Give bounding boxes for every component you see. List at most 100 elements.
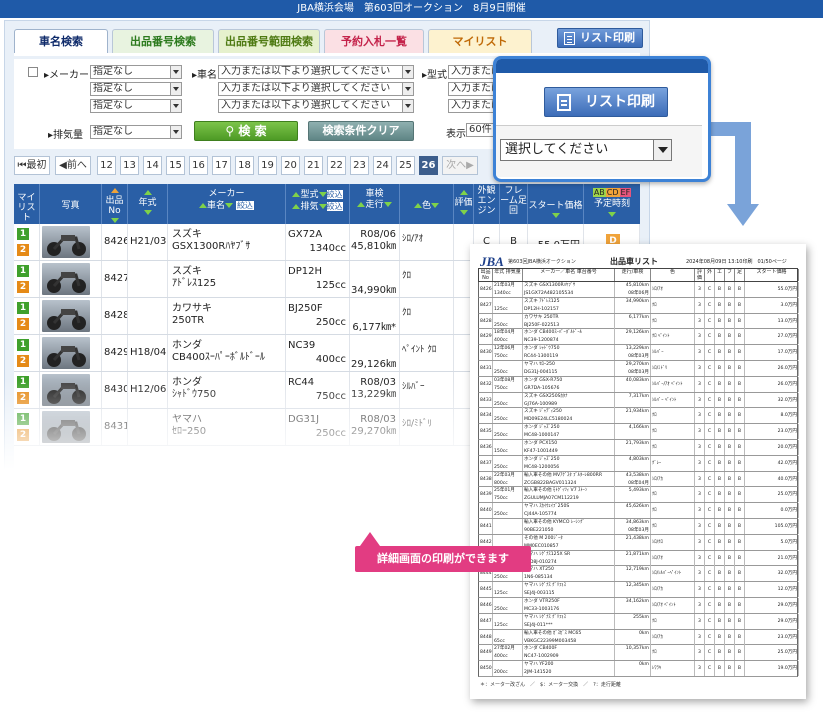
mylist-2-badge[interactable]: 2 — [17, 392, 29, 404]
mylist-2-badge[interactable]: 2 — [17, 429, 29, 441]
page-21[interactable]: 21 — [304, 156, 323, 175]
col-maker-name[interactable]: メーカー 車名 絞込 — [168, 184, 286, 224]
col-model[interactable]: 型式 絞込 排気 絞込 — [286, 184, 350, 224]
page-16[interactable]: 16 — [189, 156, 208, 175]
page-15[interactable]: 15 — [166, 156, 185, 175]
mylist-1-badge[interactable]: 1 — [17, 376, 29, 388]
zoom-select[interactable]: 選択してください — [500, 139, 672, 161]
mylist-2-badge[interactable]: 2 — [17, 281, 29, 293]
table-header: マイリスト 写真 出品No 年式 メーカー 車名 絞込 型式 絞込 排気 絞込 車検走… — [14, 184, 640, 224]
col-lot-no[interactable]: 出品No — [102, 184, 128, 224]
printout-color-cell: ｸﾛ — [651, 408, 695, 424]
printout-row: 8436 150cc ホンダ PCX150 KF47-1001449 21,793km ｸ… — [478, 440, 799, 456]
tab-lot-range[interactable]: 出品番号範囲検索 — [218, 29, 320, 53]
printout-mileage-cell: 29,126km — [615, 329, 651, 345]
printout-year-cell: 65cc — [493, 629, 523, 645]
printout-grade-cell: 3 — [695, 297, 705, 313]
maker-select-3[interactable]: 指定なし — [90, 99, 182, 113]
tab-mylist[interactable]: マイリスト — [428, 29, 532, 53]
page-first-button[interactable]: ⏮最初 — [14, 156, 50, 175]
maker-select-1[interactable]: 指定なし — [90, 65, 182, 79]
printout-lot-cell: 8449 — [479, 645, 493, 661]
mylist-2-badge[interactable]: 2 — [17, 318, 29, 330]
mylist-1-badge[interactable]: 1 — [17, 302, 29, 314]
page-14[interactable]: 14 — [143, 156, 162, 175]
motorcycle-photo[interactable] — [42, 374, 90, 406]
printout-grade-cell: B — [725, 345, 735, 361]
car-select-3[interactable]: 入力または以下より選択してください — [218, 99, 414, 113]
page-17[interactable]: 17 — [212, 156, 231, 175]
page-13[interactable]: 13 — [120, 156, 139, 175]
chevron-down-icon — [402, 83, 413, 95]
page-12[interactable]: 12 — [97, 156, 116, 175]
car-name-text[interactable]: ｱﾄﾞﾚｽ125 — [172, 278, 216, 289]
printout-lot-cell: 8429 — [479, 329, 493, 345]
printout-mileage-cell: 0km — [615, 661, 651, 677]
tab-lot-number[interactable]: 出品番号検索 — [112, 29, 214, 53]
clear-conditions-button[interactable]: 検索条件クリア — [308, 121, 414, 141]
car-name-text[interactable]: GSX1300Rﾊﾔﾌﾞｻ — [172, 241, 250, 252]
col-schedule[interactable]: AB CD EF 予定時刻 — [584, 184, 640, 224]
printout-name-cell: カワサキ 250TR BJ250F-022513 — [523, 313, 615, 329]
tab-carname[interactable]: 車名検索 — [14, 29, 108, 53]
mylist-2-badge[interactable]: 2 — [17, 355, 29, 367]
lot-number-cell: 8429 — [102, 335, 128, 371]
page-24[interactable]: 24 — [373, 156, 392, 175]
col-mylist: マイリスト — [14, 184, 40, 224]
car-name-text[interactable]: CB400ｽｰﾊﾟｰﾎﾞﾙﾄﾞｰﾙ — [172, 352, 265, 363]
page-23[interactable]: 23 — [350, 156, 369, 175]
printout-grade-cell: B — [735, 661, 745, 677]
search-icon: ⚲ — [225, 124, 239, 138]
col-mileage[interactable]: 車検 走行 — [350, 184, 400, 224]
model-cell: NC39 400cc — [286, 335, 350, 371]
printout-grade-cell: B — [715, 455, 725, 471]
page-next-button[interactable]: 次へ▶ — [442, 156, 478, 175]
page-20[interactable]: 20 — [281, 156, 300, 175]
printout-grade-cell: C — [705, 550, 715, 566]
motorcycle-photo[interactable] — [42, 263, 90, 295]
printout-name-cell: スズキ GSX250Sｶﾀﾅ GJ76A-100989 — [523, 392, 615, 408]
printout-mileage-cell: 34,162km — [615, 598, 651, 613]
car-name-text[interactable]: ｾﾛｰ250 — [172, 426, 206, 437]
tab-reserved-bids[interactable]: 予約入札一覧 — [324, 29, 424, 53]
search-button[interactable]: ⚲ 検 索 — [194, 121, 298, 141]
page-26-current[interactable]: 26 — [419, 156, 438, 175]
page-22[interactable]: 22 — [327, 156, 346, 175]
printout-grade-cell: 3 — [695, 329, 705, 345]
car-name-text[interactable]: 250TR — [172, 315, 204, 326]
page-19[interactable]: 19 — [258, 156, 277, 175]
maker-checkbox[interactable] — [28, 67, 38, 77]
col-rating[interactable]: 評価 — [454, 184, 474, 224]
printout-grade-cell: B — [725, 598, 735, 613]
printout-price-cell: 19.0万円 — [745, 661, 799, 677]
printout-name-cell: ヤマハ ｼｸﾞﾅｽ ｸﾞﾘﾌｫｽ SEJ4J-003115 — [523, 582, 615, 598]
printout-row: 8441 輸入車その他 KYMCO ﾚｰｼﾝｸﾞ 90BE221050 34,863k… — [478, 519, 799, 535]
displacement-select[interactable]: 指定なし — [90, 125, 182, 139]
printout-lot-cell: 8435 — [479, 424, 493, 440]
mylist-1-badge[interactable]: 1 — [17, 413, 29, 425]
printout-color-cell: ｼﾛ/ｸﾛ — [651, 534, 695, 550]
motorcycle-photo[interactable] — [42, 226, 90, 258]
mylist-2-badge[interactable]: 2 — [17, 244, 29, 256]
motorcycle-photo[interactable] — [42, 300, 90, 332]
col-color[interactable]: 色 — [400, 184, 454, 224]
page-25[interactable]: 25 — [396, 156, 415, 175]
printout-grade-cell: B — [715, 550, 725, 566]
page-18[interactable]: 18 — [235, 156, 254, 175]
mylist-1-badge[interactable]: 1 — [17, 265, 29, 277]
mylist-1-badge[interactable]: 1 — [17, 339, 29, 351]
printout-grade-cell: B — [715, 392, 725, 408]
col-start-price[interactable]: スタート価格 — [528, 184, 584, 224]
maker-select-2[interactable]: 指定なし — [90, 82, 182, 96]
page-prev-button[interactable]: ◀前へ — [55, 156, 91, 175]
car-name-text[interactable]: ｼｬﾄﾞｳ750 — [172, 389, 216, 400]
list-print-button[interactable]: リスト印刷 — [557, 28, 643, 48]
motorcycle-photo[interactable] — [42, 411, 90, 443]
col-year[interactable]: 年式 — [128, 184, 168, 224]
car-select-1[interactable]: 入力または以下より選択してください — [218, 65, 414, 79]
motorcycle-photo[interactable] — [42, 337, 90, 369]
mylist-1-badge[interactable]: 1 — [17, 228, 29, 240]
printout-color-cell: ｼﾛ/ｱｶ — [651, 471, 695, 487]
zoom-list-print-button[interactable]: リスト印刷 — [544, 87, 668, 117]
car-select-2[interactable]: 入力または以下より選択してください — [218, 82, 414, 96]
